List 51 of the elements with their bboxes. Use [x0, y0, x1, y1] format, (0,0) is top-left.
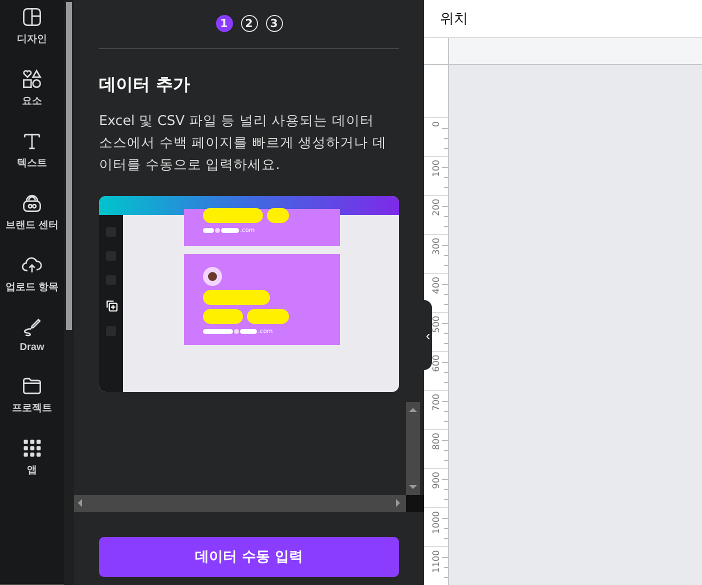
ruler-label: 700: [432, 394, 443, 414]
step-indicator[interactable]: 3: [266, 15, 282, 32]
placeholder-line: [221, 228, 239, 233]
ruler-label: 1100: [432, 550, 443, 575]
collapse-handle[interactable]: ‹: [424, 300, 432, 370]
rail-item[interactable]: Draw: [0, 316, 64, 353]
ruler-label: 500: [432, 316, 443, 336]
placeholder-bar: [267, 208, 289, 223]
placeholder-line: [203, 329, 233, 334]
panel-title: 데이터 추가: [99, 74, 191, 96]
horizontal-scrollbar[interactable]: [74, 495, 406, 512]
ruler-label: 600: [432, 355, 443, 374]
ruler-label: 1000: [432, 511, 443, 536]
folder-icon: [21, 375, 43, 397]
placeholder-line: [240, 329, 257, 334]
ruler-label: 200: [432, 199, 443, 218]
scrollbar-thumb[interactable]: [66, 2, 72, 330]
copy-add-icon: [104, 299, 118, 312]
ruler-label: 0: [432, 121, 443, 129]
rail-item[interactable]: 텍스트: [0, 130, 64, 170]
scrollbar-corner: [406, 495, 424, 512]
placeholder-bar: [247, 309, 289, 324]
placeholder-bar: [203, 208, 263, 223]
ruler-label: 900: [432, 472, 443, 492]
pen-icon: [21, 316, 43, 338]
step-indicator[interactable]: 1: [216, 15, 232, 32]
dot-icon: [234, 329, 239, 334]
vertical-scrollbar[interactable]: [406, 402, 420, 495]
rail-item[interactable]: 브랜드 센터: [0, 192, 64, 232]
manual-entry-button[interactable]: 데이터 수동 입력: [99, 537, 399, 577]
placeholder-bar: [203, 290, 270, 305]
step-indicator[interactable]: 2: [240, 15, 258, 32]
grid-icon: [21, 437, 43, 459]
ruler-label: 400: [432, 277, 443, 296]
rail-item[interactable]: 디자인: [0, 6, 64, 46]
placeholder-bar: [203, 309, 243, 324]
placeholder-line: [203, 228, 214, 233]
rail-item[interactable]: 업로드 항목: [0, 254, 64, 294]
rail-item[interactable]: 앱: [0, 437, 64, 477]
layout-icon: [21, 6, 43, 28]
ruler-label: 300: [432, 238, 443, 258]
rail-item[interactable]: 요소: [0, 68, 64, 108]
header-title: 위치: [440, 10, 468, 28]
avatar-icon: [203, 267, 222, 286]
panel-description: Excel 및 CSV 파일 등 널리 사용되는 데이터 소스에서 수백 페이지를 빠르게 생성하거나 데이터를 수동으로 입력하세요.: [99, 112, 388, 175]
badge-icon: [21, 192, 43, 214]
shapes-icon: [21, 68, 43, 90]
rail-item[interactable]: 프로젝트: [0, 375, 64, 415]
ruler-label: 100: [432, 160, 443, 180]
ruler-label: 800: [432, 433, 443, 452]
dot-icon: [215, 228, 220, 233]
